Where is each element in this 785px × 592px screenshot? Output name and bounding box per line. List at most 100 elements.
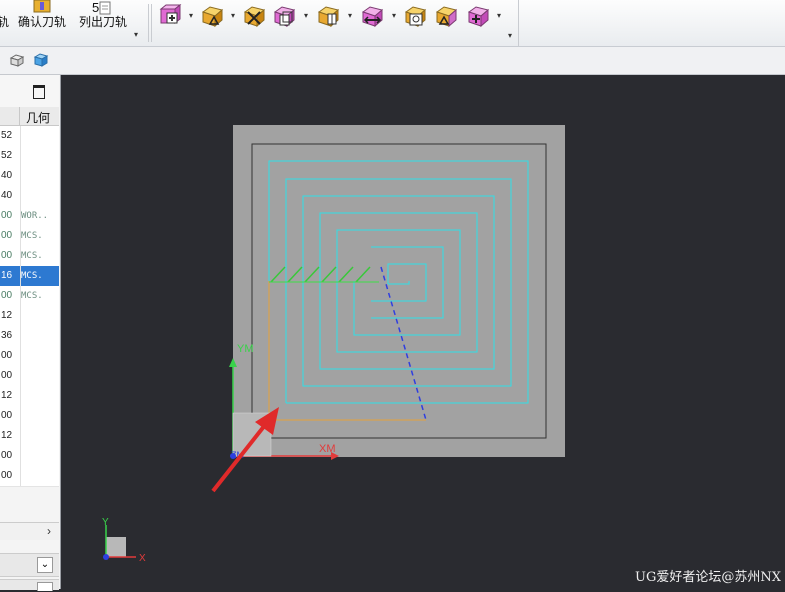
triad-y-label: Y — [102, 517, 109, 528]
wireframe-view-icon[interactable] — [9, 53, 25, 67]
table-row[interactable]: 40 — [0, 186, 59, 207]
row-value: 12 — [0, 386, 21, 406]
workpiece-block — [233, 125, 565, 457]
maximize-button[interactable] — [33, 85, 45, 99]
triad-plane — [106, 537, 126, 557]
table-row[interactable]: 52 — [0, 146, 59, 167]
row-value: 00 — [0, 226, 21, 246]
collapsed-section[interactable] — [0, 579, 59, 591]
confirm-toolpath-button[interactable]: 确认刀轨 — [16, 0, 68, 44]
row-value: 36 — [0, 326, 21, 346]
row-value: 00 — [0, 246, 21, 266]
table-row[interactable]: 00 MCS. — [0, 246, 59, 267]
delete-object-icon[interactable] — [242, 4, 266, 28]
table-row[interactable]: 36 — [0, 326, 59, 347]
object-properties-icon[interactable] — [434, 4, 458, 28]
row-geometry — [21, 186, 59, 206]
row-geometry — [21, 386, 59, 406]
row-value: 00 — [0, 406, 21, 426]
copy-object-icon[interactable] — [272, 4, 296, 28]
edit-object-icon[interactable] — [360, 4, 384, 28]
dropdown-arrow[interactable]: ▾ — [348, 12, 356, 20]
more-options-icon[interactable] — [466, 4, 490, 28]
row-geometry — [21, 466, 59, 486]
dropdown-arrow[interactable]: ▾ — [392, 12, 400, 20]
table-row[interactable]: 00 WOR.. — [0, 206, 59, 227]
transform-icon[interactable] — [316, 4, 340, 28]
toolpath-view: YM XM ZM Y X — [102, 125, 565, 564]
row-value: 00 — [0, 346, 21, 366]
row-value: 00 — [0, 366, 21, 386]
row-geometry — [21, 346, 59, 366]
horizontal-scrollbar[interactable]: › — [0, 522, 59, 540]
table-row[interactable]: 00 MCS. — [0, 286, 59, 307]
row-geometry: MCS. — [21, 251, 43, 261]
row-value: 40 — [0, 166, 21, 186]
list-num: 5 — [92, 0, 100, 15]
row-value: 52 — [0, 126, 21, 146]
row-value: 16 — [0, 266, 21, 286]
row-value: 52 — [0, 146, 21, 166]
table-row[interactable]: 12 — [0, 306, 59, 327]
row-geometry: MCS. — [21, 291, 43, 301]
row-value: 12 — [0, 306, 21, 326]
dropdown-arrow[interactable]: ▾ — [497, 12, 505, 20]
column-header[interactable]: 几何 — [0, 107, 59, 126]
row-geometry — [21, 126, 59, 146]
toolbar-overflow-arrow[interactable]: ▾ — [508, 32, 516, 40]
table-row[interactable]: 16 MCS. — [0, 266, 59, 287]
row-geometry — [21, 306, 59, 326]
table-row[interactable]: 40 — [0, 166, 59, 187]
table-row[interactable]: 00 — [0, 446, 59, 467]
triad-x-label: X — [139, 553, 146, 564]
row-geometry: MCS. — [21, 271, 43, 281]
navigator-header — [0, 75, 59, 108]
toolbar-separator — [148, 4, 149, 42]
expand-chevron-icon[interactable] — [37, 582, 53, 591]
row-value: 00 — [0, 286, 21, 306]
row-geometry: MCS. — [21, 231, 43, 241]
collapsed-section[interactable]: ⌄ — [0, 553, 59, 577]
dropdown-arrow[interactable]: ▾ — [304, 12, 312, 20]
table-row[interactable]: 00 — [0, 466, 59, 487]
table-row[interactable]: 00 — [0, 346, 59, 367]
row-geometry — [21, 146, 59, 166]
expand-chevron-icon[interactable]: ⌄ — [37, 557, 53, 573]
confirm-toolpath-label: 确认刀轨 — [17, 15, 66, 29]
insert-operation-icon[interactable] — [158, 4, 182, 28]
row-geometry — [21, 366, 59, 386]
row-geometry — [21, 406, 59, 426]
row-geometry — [21, 166, 59, 186]
graphics-viewport[interactable]: YM XM ZM Y X UG爱好者论坛@苏州NX — [61, 75, 785, 589]
list-toolpath-label: 列出刀轨 — [78, 15, 127, 29]
dropdown-arrow[interactable]: ▾ — [231, 12, 239, 20]
dropdown-arrow[interactable]: ▾ — [189, 12, 197, 20]
row-value: 40 — [0, 186, 21, 206]
scroll-right-arrow[interactable]: › — [47, 524, 51, 538]
geometry-icon[interactable] — [200, 4, 224, 28]
ym-label: YM — [237, 343, 254, 355]
row-value: 00 — [0, 466, 21, 486]
table-row[interactable]: 00 MCS. — [0, 226, 59, 247]
row-geometry — [21, 426, 59, 446]
show-object-icon[interactable] — [403, 4, 427, 28]
list-toolpath-dropdown[interactable]: ▾ — [134, 30, 138, 39]
row-geometry — [21, 446, 59, 466]
table-row[interactable]: 00 — [0, 366, 59, 387]
table-row[interactable]: 12 — [0, 386, 59, 407]
shaded-view-icon[interactable] — [33, 52, 49, 67]
cut-button[interactable]: 轨 — [0, 0, 10, 44]
row-value: 00 — [0, 206, 21, 226]
toolbar-separator — [518, 0, 519, 46]
table-row[interactable]: 52 — [0, 126, 59, 147]
cut-label: 轨 — [0, 15, 10, 29]
table-row[interactable]: 00 — [0, 406, 59, 427]
row-geometry — [21, 326, 59, 346]
triad-origin — [103, 554, 109, 560]
list-toolpath-button[interactable]: 5 列出刀轨 — [76, 0, 130, 44]
toolbar-separator — [151, 4, 152, 42]
operation-navigator: 几何 52 52 40 40 00 WOR.. 00 MCS. 00 MCS. 16 MCS. 00 MC… — [0, 75, 61, 591]
table-row[interactable]: 12 — [0, 426, 59, 447]
confirm-toolpath-icon — [33, 0, 51, 13]
geometry-column-header: 几何 — [26, 111, 51, 125]
